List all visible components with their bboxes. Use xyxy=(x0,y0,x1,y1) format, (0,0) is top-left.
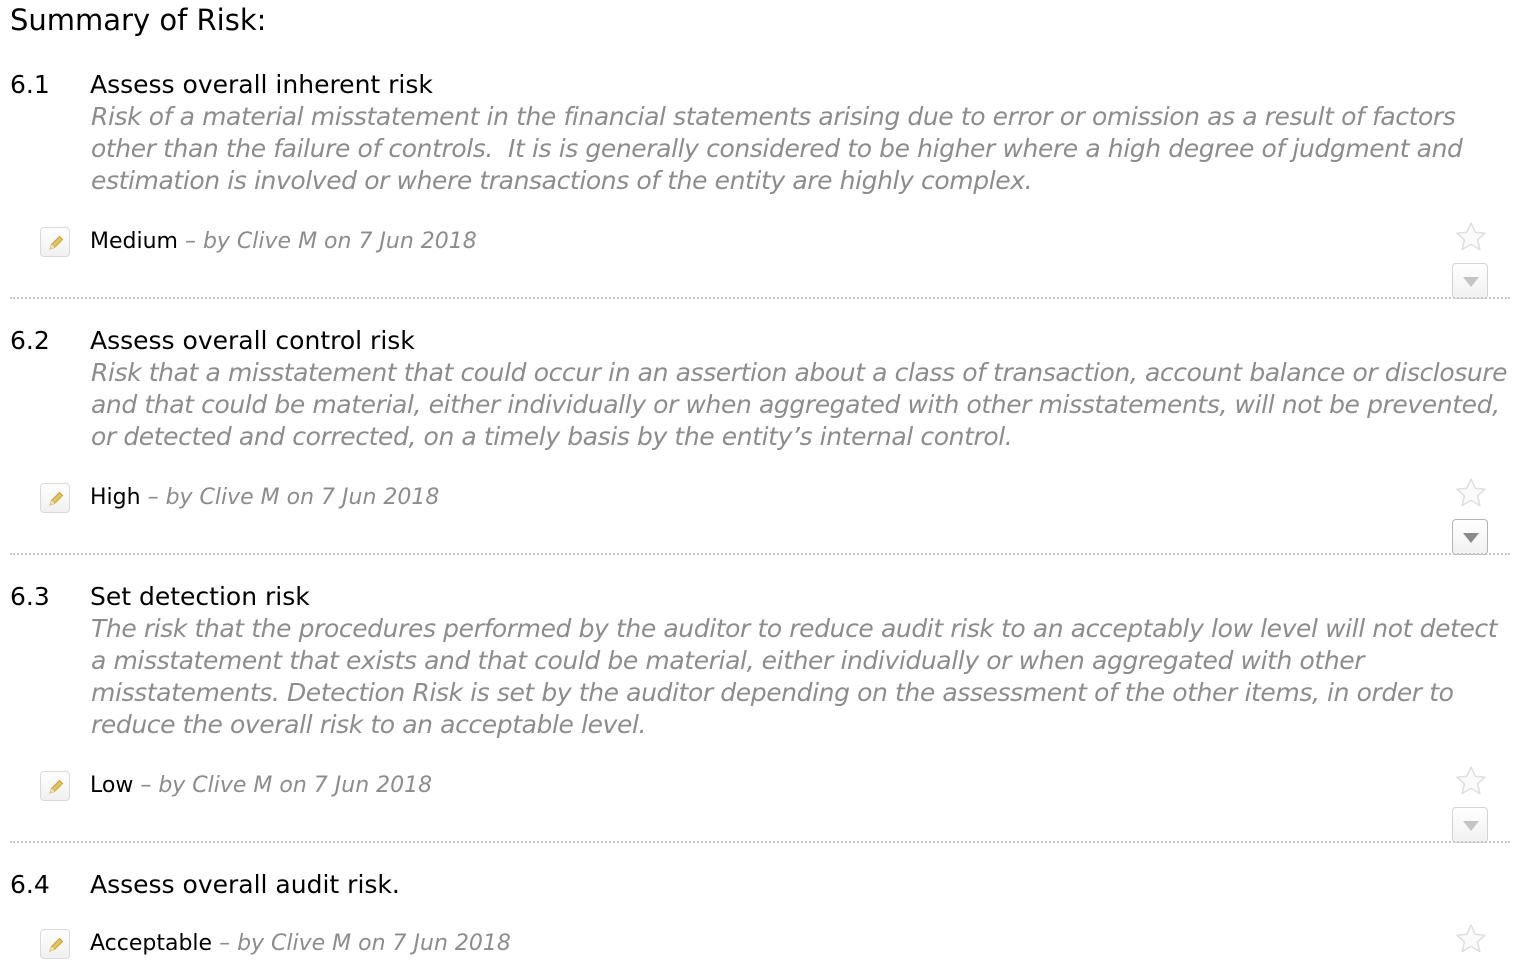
page-title: Summary of Risk: xyxy=(10,3,267,37)
answer-label: Low xyxy=(90,773,134,798)
section-description: The risk that the procedures performed b… xyxy=(91,614,1498,739)
answer-value: Low – by Clive M on 7 Jun 2018 xyxy=(90,770,432,802)
pencil-icon[interactable] xyxy=(40,771,70,801)
answer-meta: – by Clive M on 7 Jun 2018 xyxy=(212,931,511,956)
answer-meta: – by Clive M on 7 Jun 2018 xyxy=(177,229,477,254)
star-icon[interactable] xyxy=(1454,476,1488,510)
pencil-icon[interactable] xyxy=(40,483,70,513)
section-description: Risk that a misstatement that could occu… xyxy=(91,358,1508,451)
answer-meta: – by Clive M on 7 Jun 2018 xyxy=(140,485,440,510)
answer-label: Acceptable xyxy=(90,931,213,956)
answer-row-6-3: Low – by Clive M on 7 Jun 2018 xyxy=(0,766,1516,843)
answer-label: Medium xyxy=(90,229,178,254)
section-number: 6.4 xyxy=(10,870,50,899)
section-number: 6.2 xyxy=(10,326,50,355)
answer-row-6-2: High – by Clive M on 7 Jun 2018 xyxy=(0,478,1516,555)
star-icon[interactable] xyxy=(1454,764,1488,798)
chevron-down-icon[interactable] xyxy=(1452,263,1488,299)
section-divider xyxy=(10,297,1510,299)
section-title: Set detection risk xyxy=(90,582,310,611)
chevron-down-icon[interactable] xyxy=(1452,519,1488,555)
chevron-down-icon[interactable] xyxy=(1452,807,1488,843)
star-icon[interactable] xyxy=(1454,220,1488,254)
section-divider xyxy=(10,553,1510,555)
section-title: Assess overall control risk xyxy=(90,326,415,355)
section-divider xyxy=(10,841,1510,843)
pencil-icon[interactable] xyxy=(40,929,70,959)
answer-value: Medium – by Clive M on 7 Jun 2018 xyxy=(90,226,477,258)
section-title: Assess overall inherent risk xyxy=(90,70,433,99)
pencil-icon[interactable] xyxy=(40,227,70,257)
answer-value: Acceptable – by Clive M on 7 Jun 2018 xyxy=(90,928,511,960)
section-number: 6.3 xyxy=(10,582,50,611)
section-number: 6.1 xyxy=(10,70,50,99)
answer-meta: – by Clive M on 7 Jun 2018 xyxy=(133,773,433,798)
answer-value: High – by Clive M on 7 Jun 2018 xyxy=(90,482,439,514)
star-icon[interactable] xyxy=(1454,922,1488,956)
section-description: Risk of a material misstatement in the f… xyxy=(91,102,1463,195)
section-title: Assess overall audit risk. xyxy=(90,870,400,899)
answer-row-6-1: Medium – by Clive M on 7 Jun 2018 xyxy=(0,222,1516,299)
answer-label: High xyxy=(90,485,141,510)
answer-row-6-4: Acceptable – by Clive M on 7 Jun 2018 xyxy=(0,924,1516,964)
